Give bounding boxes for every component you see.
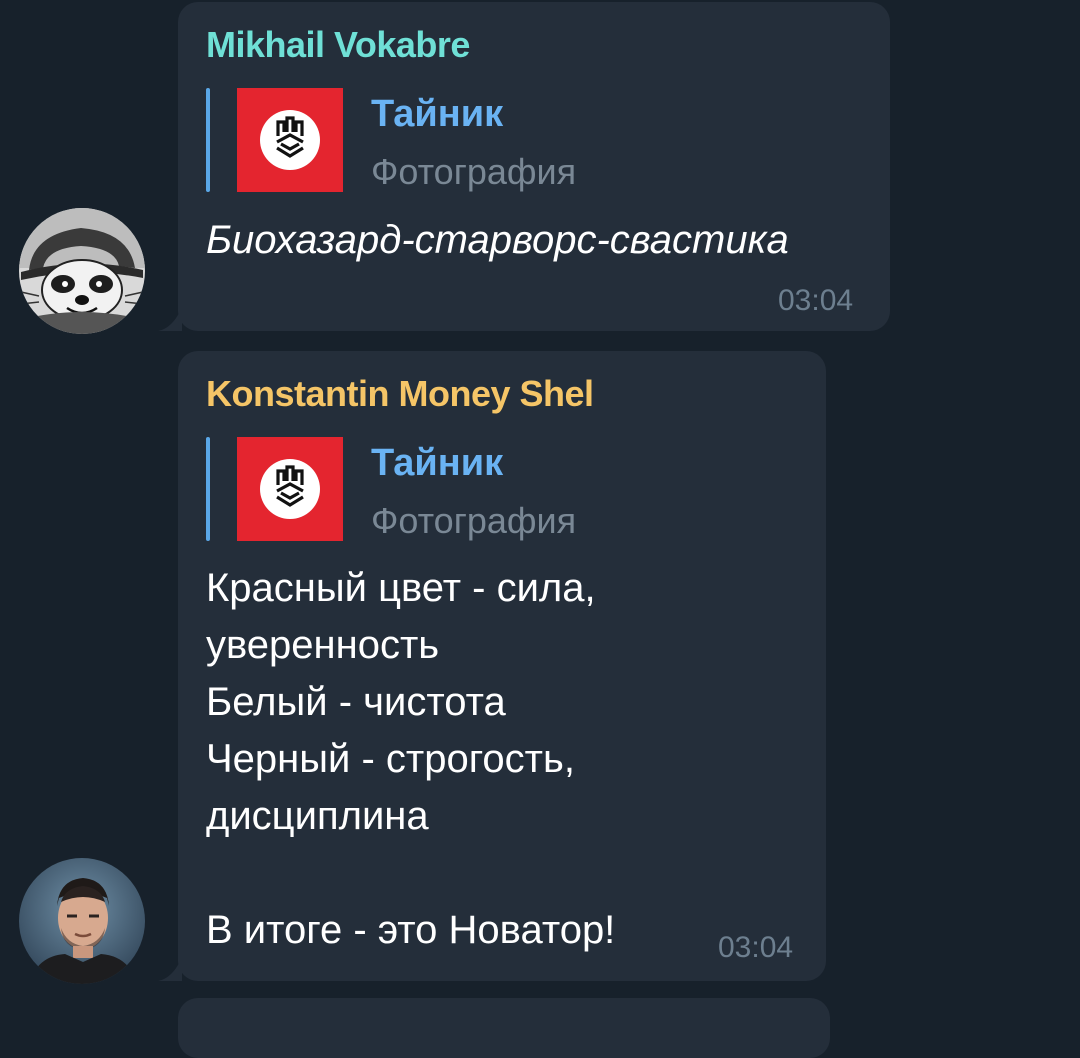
- message-line: уверенность: [206, 623, 440, 667]
- chat-view: Mikhail Vokabre Тайник Фотография Биохаз…: [0, 0, 1080, 1058]
- message-bubble[interactable]: Konstantin Money Shel Тайник Фотография …: [158, 351, 826, 981]
- man-portrait-avatar-icon: [19, 858, 145, 984]
- message-line: В итоге - это Новатор!: [206, 908, 616, 952]
- emblem-icon: [237, 437, 343, 541]
- reply-bar: [206, 437, 210, 541]
- message-line: дисциплина: [206, 794, 429, 838]
- bubble-tail: [158, 307, 182, 331]
- reply-bar: [206, 88, 210, 192]
- reply-thumbnail[interactable]: [237, 437, 343, 541]
- message-line: Красный цвет - сила,: [206, 566, 596, 610]
- reply-title: Тайник: [371, 93, 504, 135]
- sender-avatar[interactable]: [19, 858, 145, 984]
- emblem-icon: [237, 88, 343, 192]
- reply-subtitle: Фотография: [371, 151, 577, 192]
- reply-preview[interactable]: Тайник Фотография: [206, 88, 766, 192]
- reply-subtitle: Фотография: [371, 500, 577, 541]
- sender-name[interactable]: Mikhail Vokabre: [206, 24, 470, 66]
- sender-name[interactable]: Konstantin Money Shel: [206, 373, 594, 415]
- raccoon-avatar-icon: [19, 208, 145, 334]
- message-line: Черный - строгость,: [206, 737, 575, 781]
- message-bubble[interactable]: Mikhail Vokabre Тайник Фотография Биохаз…: [158, 2, 890, 331]
- reply-title: Тайник: [371, 442, 504, 484]
- bubble-tail: [158, 957, 182, 981]
- message-time: 03:04: [778, 284, 854, 317]
- message-line: Белый - чистота: [206, 680, 506, 724]
- reply-thumbnail[interactable]: [237, 88, 343, 192]
- message-bubble-partial[interactable]: [178, 998, 830, 1058]
- message-time: 03:04: [718, 931, 794, 964]
- message-text: Биохазард-старворс-свастика: [206, 218, 789, 262]
- reply-preview[interactable]: Тайник Фотография: [206, 437, 766, 541]
- sender-avatar[interactable]: [19, 208, 145, 334]
